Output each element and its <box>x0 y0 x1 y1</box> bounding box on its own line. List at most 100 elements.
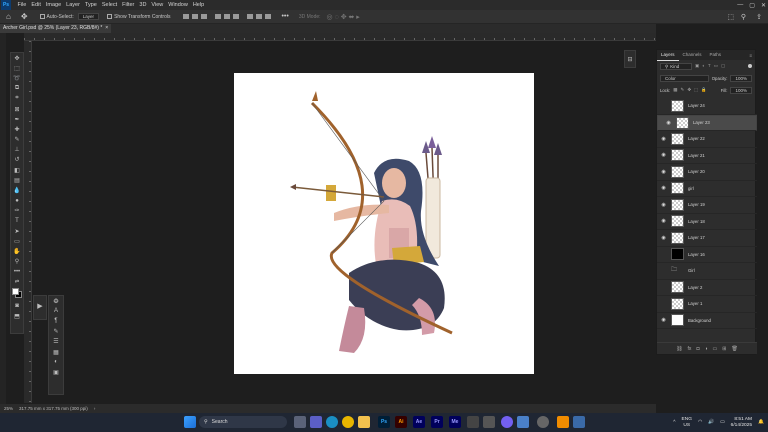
viber-icon[interactable] <box>501 416 513 428</box>
align-bottom-icon[interactable] <box>201 14 208 19</box>
layer-row[interactable]: ◉ Layer 23 <box>657 114 757 131</box>
edge-icon[interactable] <box>326 416 338 428</box>
more-tools-icon[interactable]: ••• <box>11 267 23 277</box>
status-menu-icon[interactable]: › <box>94 406 96 411</box>
layer-row[interactable]: ◉ Layer 19 <box>657 197 757 214</box>
task-view-icon[interactable] <box>294 416 306 428</box>
app-icon[interactable] <box>573 416 585 428</box>
libraries-icon[interactable]: ▣ <box>49 367 63 377</box>
lasso-tool-icon[interactable]: ➰ <box>11 73 23 83</box>
app-icon[interactable] <box>467 416 479 428</box>
visibility-eye-icon[interactable]: ◉ <box>660 317 667 323</box>
layer-row[interactable]: ◉ Layer 18 <box>657 214 757 230</box>
menu-select[interactable]: Select <box>99 0 119 10</box>
quick-mask-icon[interactable]: ◙ <box>11 301 23 311</box>
align-top-icon[interactable] <box>183 14 190 19</box>
link-layers-icon[interactable]: ⛓ <box>676 346 682 352</box>
foreground-color-swatch[interactable] <box>12 288 19 296</box>
tab-paths[interactable]: Paths <box>706 50 726 60</box>
adjustment-layer-icon[interactable]: ◑ <box>704 346 707 352</box>
tab-channels[interactable]: Channels <box>679 50 706 60</box>
distribute-icon[interactable] <box>265 14 272 19</box>
lock-icons[interactable]: ▩ ✎ ✥ ⬚ 🔒 <box>673 87 707 93</box>
filter-kind-dropdown[interactable]: ⚲ Kind <box>660 62 692 70</box>
fill-field[interactable]: 100% <box>730 86 752 94</box>
layer-row[interactable]: ◉ Layer 22 <box>657 131 757 148</box>
visibility-eye-icon[interactable]: ◉ <box>660 218 667 224</box>
menu-view[interactable]: View <box>149 0 166 10</box>
menu-layer[interactable]: Layer <box>64 0 83 10</box>
type-tool-icon[interactable]: T <box>11 216 23 226</box>
align-left-icon[interactable] <box>215 14 222 19</box>
taskbar-search[interactable]: ⚲ Search <box>199 416 287 428</box>
adjustments-icon[interactable]: ☰ <box>49 337 63 347</box>
blur-tool-icon[interactable]: 💧 <box>11 185 23 195</box>
menu-type[interactable]: Type <box>82 0 99 10</box>
menu-3d[interactable]: 3D <box>137 0 149 10</box>
layer-row[interactable]: ◉ Layer 21 <box>657 148 757 164</box>
align-hcenter-icon[interactable] <box>224 14 231 19</box>
document-canvas[interactable] <box>234 73 534 374</box>
workspace-icon[interactable]: ⬚ <box>727 13 734 21</box>
windows-start-icon[interactable] <box>184 416 196 428</box>
filter-icons[interactable]: ▣ ◐ T ▭ ▢ <box>695 63 726 69</box>
close-tab-icon[interactable]: × <box>105 24 108 33</box>
layer-row[interactable]: ◉ girl <box>657 181 757 197</box>
marquee-tool-icon[interactable]: ⬚ <box>11 63 23 73</box>
stamp-tool-icon[interactable]: ⊥ <box>11 145 23 155</box>
vlc-icon[interactable] <box>557 416 569 428</box>
layer-row[interactable]: Layer 24 <box>657 98 757 115</box>
brush-tool-icon[interactable]: ✎ <box>11 135 23 145</box>
filter-toggle[interactable] <box>748 64 752 68</box>
gradient-tool-icon[interactable]: ▤ <box>11 175 23 185</box>
screen-mode-icon[interactable]: ⬒ <box>11 312 23 322</box>
move-tool-icon[interactable]: ✥ <box>21 12 28 21</box>
zoom-tool-icon[interactable]: ⚲ <box>11 257 23 267</box>
fx-icon[interactable]: fx <box>688 346 692 352</box>
layer-row[interactable]: Layer 16 <box>657 247 757 263</box>
opacity-field[interactable]: 100% <box>730 74 752 82</box>
menu-help[interactable]: Help <box>190 0 206 10</box>
zoom-level[interactable]: 25% <box>4 406 13 411</box>
layer-row[interactable]: 🗀 Girl <box>657 263 757 280</box>
visibility-eye-icon[interactable]: ◉ <box>660 136 667 142</box>
app-icon[interactable] <box>537 416 549 428</box>
search-icon[interactable]: ⚲ <box>741 13 746 21</box>
volume-icon[interactable]: 🔊 <box>708 420 714 425</box>
pen-tool-icon[interactable]: ✑ <box>11 206 23 216</box>
illustrator-icon[interactable]: Ai <box>395 416 407 428</box>
play-icon[interactable]: ▶ <box>34 296 46 316</box>
frame-tool-icon[interactable]: ⊠ <box>11 104 23 114</box>
visibility-eye-icon[interactable]: ◉ <box>660 235 667 241</box>
photoshop-taskbar-icon[interactable]: Ps <box>378 416 390 428</box>
move-tool-icon[interactable]: ✥ <box>11 53 23 63</box>
color-swatches[interactable] <box>11 287 23 301</box>
share-icon[interactable]: ⇪ <box>756 13 762 21</box>
properties-icon[interactable]: ⊟ <box>625 51 635 67</box>
visibility-eye-icon[interactable]: ◉ <box>660 152 667 158</box>
premiere-icon[interactable]: Pr <box>431 416 443 428</box>
path-select-icon[interactable]: ➤ <box>11 226 23 236</box>
menu-edit[interactable]: Edit <box>29 0 43 10</box>
notifications-icon[interactable]: 🔔 <box>758 420 764 425</box>
visibility-eye-icon[interactable]: ◉ <box>665 120 672 126</box>
wifi-icon[interactable]: ◠ <box>698 420 702 425</box>
swap-colors-icon[interactable]: ⇄ <box>11 277 23 287</box>
history-brush-icon[interactable]: ↺ <box>11 155 23 165</box>
after-effects-icon[interactable]: Ae <box>413 416 425 428</box>
app-icon[interactable] <box>483 416 495 428</box>
menu-filter[interactable]: Filter <box>120 0 137 10</box>
language-indicator[interactable]: ENG US <box>682 417 692 429</box>
tab-layers[interactable]: Layers <box>657 50 679 61</box>
close-icon[interactable]: ✕ <box>761 2 766 9</box>
visibility-eye-icon[interactable]: ◉ <box>660 169 667 175</box>
maximize-icon[interactable]: ▢ <box>749 2 755 9</box>
clock[interactable]: 8:51 AM 6/14/2025 <box>731 417 752 429</box>
align-right-icon[interactable] <box>233 14 240 19</box>
new-group-icon[interactable]: ▭ <box>713 346 718 352</box>
brush-presets-icon[interactable]: ✎ <box>49 327 63 337</box>
menu-image[interactable]: Image <box>43 0 63 10</box>
auto-select-dropdown[interactable]: Layer <box>77 13 100 20</box>
blend-mode-dropdown[interactable]: Color <box>660 74 709 82</box>
auto-select-checkbox[interactable]: Auto-Select: <box>39 14 74 20</box>
